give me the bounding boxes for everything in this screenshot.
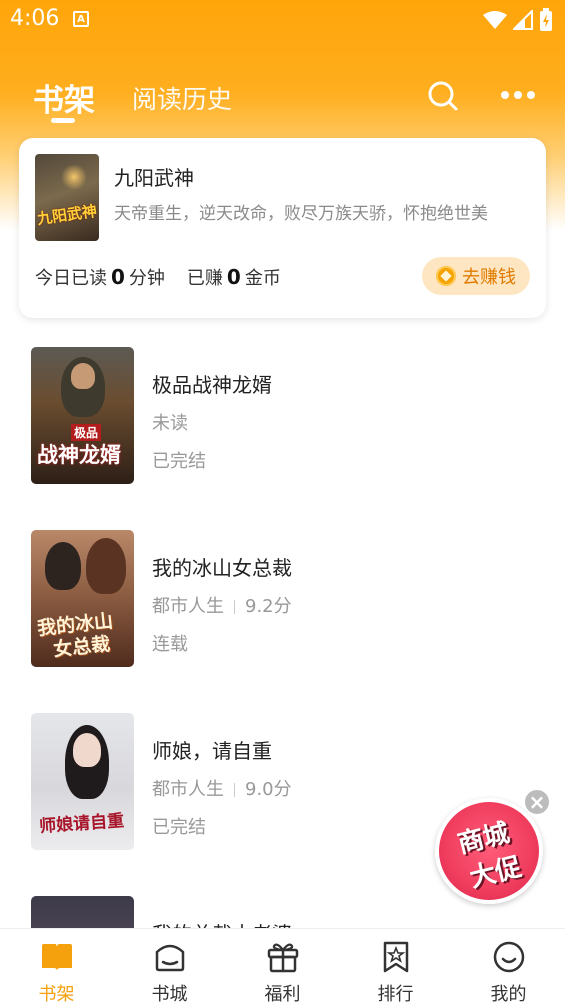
battery-icon [540, 8, 552, 31]
reading-stats: 今日已读 0 分钟 已赚 0 金币 [35, 264, 281, 290]
book-cover[interactable]: 九阳武神 [35, 154, 99, 241]
book-title: 师娘，请自重 [152, 739, 272, 763]
status-bar: 4:06 A [0, 0, 565, 40]
notification-icon: A [73, 11, 89, 27]
book-status: 已完结 [152, 451, 206, 472]
book-cover[interactable]: 我的冰山 女总裁 [31, 530, 134, 667]
nav-item-bookshelf[interactable]: 书架 [0, 929, 113, 1004]
search-icon[interactable] [427, 80, 459, 112]
continue-reading-card[interactable]: 九阳武神 九阳武神 天帝重生，逆天改命，败尽万族天骄，怀抱绝世美 今日已读 0 分钟… [19, 138, 546, 318]
book-title: 极品战神龙婿 [152, 373, 272, 397]
nav-label: 福利 [264, 984, 301, 1004]
status-time: 4:06 [10, 6, 60, 31]
earned-label: 已赚 [186, 268, 223, 289]
promo-badge[interactable]: 商城 大促 [435, 798, 543, 904]
status-icons [483, 8, 553, 32]
more-icon[interactable] [500, 87, 536, 103]
wifi-icon [483, 11, 507, 29]
bookstore-icon [155, 944, 185, 972]
nav-item-bookstore[interactable]: 书城 [113, 929, 226, 1004]
bottom-navigation: 书架 书城 福利 排行 我的 [0, 928, 565, 1004]
book-title: 我的冰山女总裁 [152, 556, 292, 580]
book-title: 九阳武神 [114, 166, 194, 190]
book-score: 9.0分 [245, 779, 292, 800]
earn-money-button[interactable]: 去赚钱 [422, 257, 530, 295]
read-unit: 分钟 [128, 268, 165, 289]
nav-item-profile[interactable]: 我的 [452, 929, 565, 1004]
read-label: 今日已读 [35, 268, 107, 289]
ranking-icon [383, 941, 409, 973]
top-header: 书架 阅读历史 [0, 60, 565, 130]
book-description: 天帝重生，逆天改命，败尽万族天骄，怀抱绝世美 [114, 204, 488, 224]
book-category: 都市人生 [152, 779, 224, 800]
book-meta: 都市人生 9.0分 [152, 775, 292, 801]
coin-icon [436, 266, 456, 286]
book-status: 连载 [152, 634, 188, 655]
book-status: 已完结 [152, 817, 206, 838]
nav-item-ranking[interactable]: 排行 [339, 929, 452, 1004]
nav-label: 书架 [38, 984, 75, 1004]
bookshelf-icon [42, 944, 72, 971]
nav-label: 排行 [377, 984, 414, 1004]
book-category: 都市人生 [152, 596, 224, 617]
book-cover[interactable]: 师娘请自重 [31, 713, 134, 850]
nav-label: 书城 [151, 984, 188, 1004]
earned-unit: 金币 [244, 268, 281, 289]
cover-text: 师娘请自重 [38, 811, 125, 837]
nav-label: 我的 [490, 984, 527, 1004]
cover-title: 九阳武神 [36, 201, 99, 229]
cover-text: 女总裁 [52, 633, 112, 661]
signal-icon [513, 10, 533, 30]
book-cover[interactable]: 极品 战神龙婿 [31, 347, 134, 484]
gift-icon [267, 943, 299, 973]
close-icon[interactable]: × [523, 788, 551, 816]
tab-bookshelf[interactable]: 书架 [33, 75, 95, 120]
tab-active-indicator [51, 118, 75, 123]
earned-value: 0 [226, 265, 241, 289]
book-score: 9.2分 [245, 596, 292, 617]
nav-item-welfare[interactable]: 福利 [226, 929, 339, 1004]
read-value: 0 [111, 265, 125, 289]
earn-money-label: 去赚钱 [462, 267, 516, 288]
list-item[interactable]: 我的冰山 女总裁 我的冰山女总裁 都市人生 9.2分 连载 [0, 530, 565, 670]
profile-icon [493, 941, 525, 973]
book-meta: 未读 [152, 413, 188, 434]
tab-reading-history[interactable]: 阅读历史 [132, 80, 232, 116]
book-meta: 都市人生 9.2分 [152, 592, 292, 618]
list-item[interactable]: 极品 战神龙婿 极品战神龙婿 未读 已完结 [0, 347, 565, 487]
cover-text: 战神龙婿 [37, 442, 121, 467]
